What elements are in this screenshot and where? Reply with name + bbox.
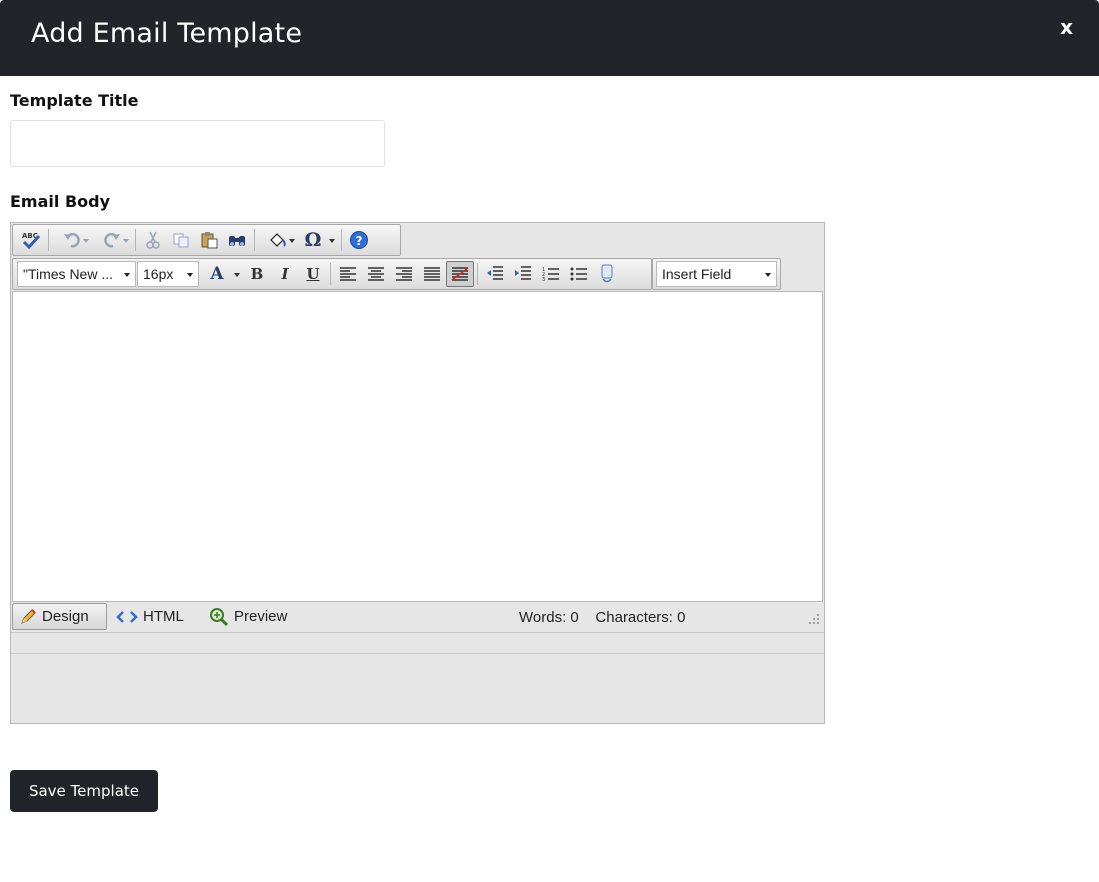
word-count: Words: 0 [519,609,579,626]
toolbar-separator [477,263,478,285]
svg-text:3: 3 [542,277,545,282]
template-title-label: Template Title [10,91,139,110]
spellcheck-icon[interactable]: ABC [17,227,45,253]
save-template-button[interactable]: Save Template [10,770,158,812]
insert-field-group: Insert Field [652,258,781,290]
toolbar-separator [330,263,331,285]
toolbar-separator [48,229,49,251]
modal-title: Add Email Template [31,18,303,49]
font-color-icon[interactable]: A [203,261,243,287]
svg-text:?: ? [356,234,363,248]
editor-mode-bar: Design HTML Preview Words: 0 Characters:… [11,601,824,633]
justify-icon[interactable] [418,261,446,287]
align-center-icon[interactable] [362,261,390,287]
align-right-icon[interactable] [390,261,418,287]
html-mode-label: HTML [143,608,184,625]
magnifier-icon [209,607,229,627]
insert-field-select[interactable]: Insert Field [656,261,777,287]
no-alignment-icon[interactable] [446,261,474,287]
align-left-icon[interactable] [334,261,362,287]
find-replace-icon[interactable] [223,227,251,253]
numbered-list-icon[interactable]: 123 [537,261,565,287]
underline-icon[interactable]: U [299,261,327,287]
outdent-icon[interactable] [481,261,509,287]
template-title-input[interactable] [10,120,385,167]
redo-icon[interactable] [92,227,132,253]
preview-mode-label: Preview [234,608,288,625]
editor-toolbar-row-1: ABC Ω ? [12,224,401,256]
modal-header: Add Email Template x [0,0,1099,76]
code-brackets-icon [116,610,138,624]
insert-image-icon[interactable] [593,261,621,287]
word-character-count: Words: 0 Characters: 0 [519,609,685,626]
font-size-select[interactable]: 16px [137,261,199,287]
editor-status-divider [11,653,824,654]
special-character-icon[interactable]: Ω [298,227,338,253]
cut-icon[interactable] [139,227,167,253]
design-mode-label: Design [42,608,89,625]
bold-icon[interactable]: B [243,261,271,287]
toolbar-separator [341,229,342,251]
paste-icon[interactable] [195,227,223,253]
undo-icon[interactable] [52,227,92,253]
email-body-editor: ABC Ω ? "Times New ... 16px A B I U 1 2 … [10,222,825,724]
pencil-icon [19,608,37,626]
background-color-icon[interactable] [258,227,298,253]
email-body-content-area[interactable] [12,291,823,602]
font-family-select[interactable]: "Times New ... [17,261,136,287]
indent-icon[interactable] [509,261,537,287]
email-body-label: Email Body [10,192,111,211]
bullet-list-icon[interactable] [565,261,593,287]
resize-grip-icon[interactable] [808,613,820,625]
editor-toolbar-row-2: "Times New ... 16px A B I U 1 2 3 [12,258,652,290]
toolbar-separator [135,229,136,251]
preview-mode-tab[interactable]: Preview [203,603,293,630]
copy-icon[interactable] [167,227,195,253]
character-count: Characters: 0 [595,609,686,626]
help-icon[interactable]: ? [345,227,373,253]
close-button[interactable]: x [1060,15,1073,39]
toolbar-separator [254,229,255,251]
design-mode-tab[interactable]: Design [12,603,107,630]
italic-icon[interactable]: I [271,261,299,287]
html-mode-tab[interactable]: HTML [110,603,190,630]
